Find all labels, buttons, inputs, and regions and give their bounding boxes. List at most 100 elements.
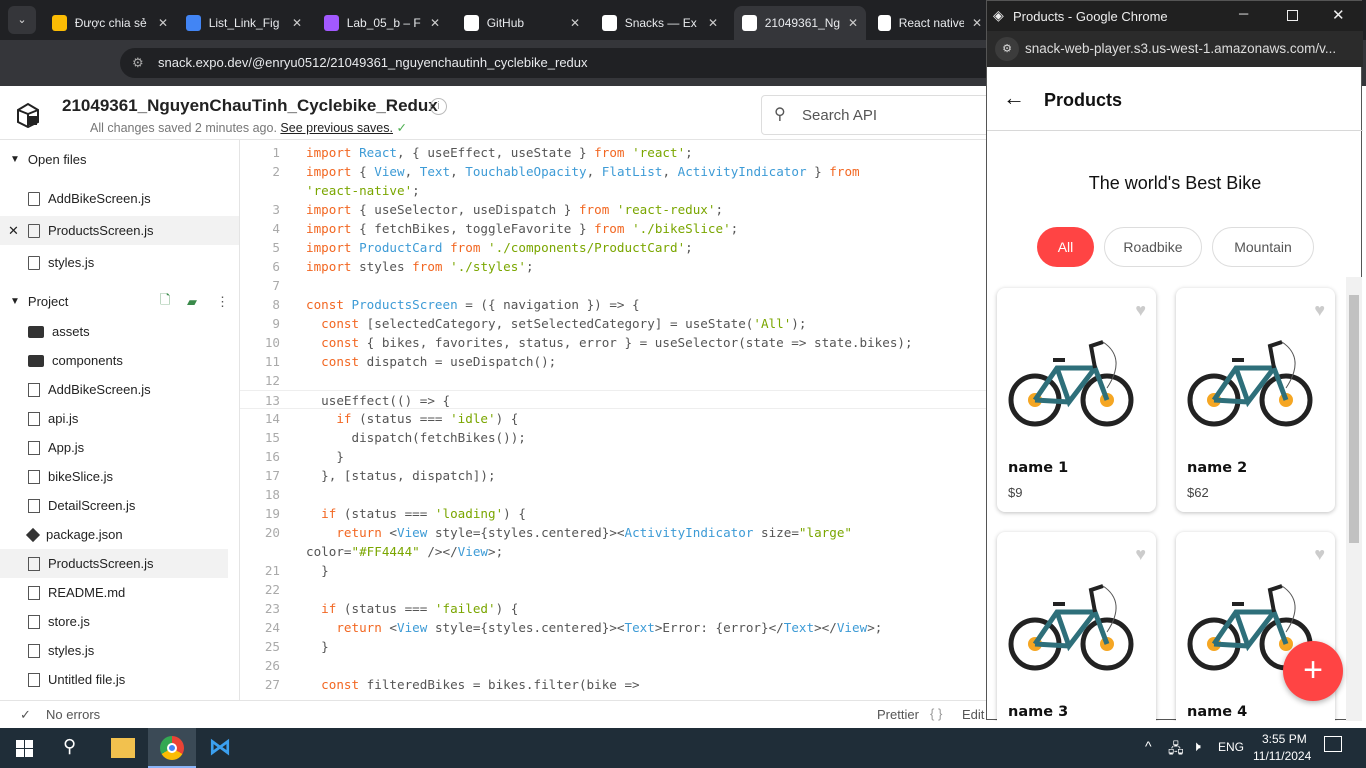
- clock-time[interactable]: 3:55 PM: [1262, 732, 1307, 746]
- code-line[interactable]: 12: [240, 371, 986, 390]
- code-line[interactable]: 10 const { bikes, favorites, status, err…: [240, 333, 986, 352]
- tab-close-icon[interactable]: ✕: [292, 16, 302, 30]
- errors-status[interactable]: No errors: [46, 707, 100, 722]
- code-line[interactable]: 17 }, [status, dispatch]);: [240, 466, 986, 485]
- code-line[interactable]: 25 }: [240, 637, 986, 656]
- code-line[interactable]: 16 }: [240, 447, 986, 466]
- info-icon[interactable]: i: [430, 98, 447, 115]
- prettier-button[interactable]: Prettier: [877, 707, 919, 722]
- code-line[interactable]: 19 if (status === 'loading') {: [240, 504, 986, 523]
- browser-tab[interactable]: GitHub ✕: [456, 6, 588, 40]
- project-section[interactable]: ▼ Project 🗋 ▰ ⋮: [0, 287, 239, 316]
- code-line[interactable]: 21 }: [240, 561, 986, 580]
- code-line[interactable]: 11 const dispatch = useDispatch();: [240, 352, 986, 371]
- code-line[interactable]: 18: [240, 485, 986, 504]
- browser-tab[interactable]: Được chia sẻ ✕: [44, 6, 176, 40]
- search-api-input[interactable]: ⚲ Search API: [761, 95, 991, 135]
- site-info-icon[interactable]: ⚙: [995, 37, 1019, 61]
- code-editor[interactable]: 1 import React, { useEffect, useState } f…: [240, 140, 986, 700]
- code-line[interactable]: 4 import { fetchBikes, toggleFavorite } f…: [240, 219, 986, 238]
- project-file-item[interactable]: components: [0, 346, 228, 375]
- url-input[interactable]: ⚙ snack.expo.dev/@enryu0512/21049361_nguy…: [120, 48, 1020, 78]
- code-line[interactable]: 3 import { useSelector, useDispatch } fro…: [240, 200, 986, 219]
- project-file-item[interactable]: AddBikeScreen.js: [0, 375, 228, 404]
- code-line[interactable]: 8 const ProductsScreen = ({ navigation })…: [240, 295, 986, 314]
- project-file-item[interactable]: styles.js: [0, 636, 228, 665]
- close-button[interactable]: ✕: [1332, 6, 1345, 24]
- open-file-item[interactable]: ✕ ProductsScreen.js: [0, 216, 239, 245]
- new-folder-icon[interactable]: ▰: [187, 294, 197, 310]
- code-line[interactable]: 27 const filteredBikes = bikes.filter(bi…: [240, 675, 986, 694]
- tab-close-icon[interactable]: ✕: [708, 16, 718, 30]
- product-card[interactable]: ♥ name 3: [997, 532, 1156, 721]
- project-file-item[interactable]: ProductsScreen.js: [0, 549, 228, 578]
- browser-tab[interactable]: Snacks — Ex ✕: [594, 6, 726, 40]
- code-line[interactable]: 5 import ProductCard from './components/P…: [240, 238, 986, 257]
- code-line[interactable]: 23 if (status === 'failed') {: [240, 599, 986, 618]
- open-file-item[interactable]: styles.js: [0, 248, 239, 277]
- category-chip[interactable]: Roadbike: [1104, 227, 1202, 267]
- back-arrow-icon[interactable]: ←: [1003, 85, 1025, 111]
- show-hidden-icons[interactable]: ^: [1145, 738, 1152, 754]
- language-indicator[interactable]: ENG: [1218, 740, 1244, 754]
- heart-icon[interactable]: ♥: [1314, 544, 1325, 565]
- tab-close-icon[interactable]: ✕: [430, 16, 440, 30]
- code-line[interactable]: 7: [240, 276, 986, 295]
- browser-tab[interactable]: React native ✕: [870, 6, 990, 40]
- project-file-item[interactable]: DetailScreen.js: [0, 491, 228, 520]
- code-line[interactable]: 15 dispatch(fetchBikes());: [240, 428, 986, 447]
- heart-icon[interactable]: ♥: [1135, 544, 1146, 565]
- tab-search-button[interactable]: ⌄: [8, 6, 36, 34]
- windows-start-icon[interactable]: [16, 740, 33, 757]
- editor-settings-button[interactable]: Edit: [962, 707, 984, 722]
- project-file-item[interactable]: package.json: [0, 520, 228, 549]
- browser-tab[interactable]: Lab_05_b – F ✕: [316, 6, 448, 40]
- preview-url[interactable]: snack-web-player.s3.us-west-1.amazonaws.…: [1025, 41, 1336, 56]
- project-file-item[interactable]: README.md: [0, 578, 228, 607]
- scrollbar[interactable]: [1346, 277, 1362, 721]
- project-title[interactable]: 21049361_NguyenChauTinh_Cyclebike_Redux: [62, 96, 438, 116]
- network-icon[interactable]: 🖧: [1168, 738, 1184, 762]
- code-line[interactable]: 26: [240, 656, 986, 675]
- code-line[interactable]: 20 return <View style={styles.centered}>…: [240, 523, 986, 542]
- clock-date[interactable]: 11/11/2024: [1253, 749, 1311, 763]
- browser-tab[interactable]: List_Link_Fig ✕: [178, 6, 310, 40]
- project-file-item[interactable]: assets: [0, 317, 228, 346]
- heart-icon[interactable]: ♥: [1314, 300, 1325, 321]
- browser-tab[interactable]: 21049361_Ng ✕: [734, 6, 866, 40]
- search-icon[interactable]: ⚲: [63, 736, 76, 757]
- product-card[interactable]: ♥ name 1 $9: [997, 288, 1156, 512]
- category-chip[interactable]: Mountain: [1212, 227, 1314, 267]
- tab-close-icon[interactable]: ✕: [848, 16, 858, 30]
- open-files-section[interactable]: ▼ Open files: [0, 145, 239, 174]
- minimize-button[interactable]: ─: [1239, 6, 1248, 21]
- site-info-icon[interactable]: ⚙: [132, 48, 144, 78]
- add-bike-fab[interactable]: +: [1283, 641, 1343, 701]
- maximize-button[interactable]: [1287, 10, 1298, 21]
- file-explorer-icon[interactable]: [111, 738, 135, 758]
- code-line[interactable]: 2 import { View, Text, TouchableOpacity, …: [240, 162, 986, 181]
- project-file-item[interactable]: bikeSlice.js: [0, 462, 228, 491]
- tab-close-icon[interactable]: ✕: [570, 16, 580, 30]
- code-line[interactable]: 6 import styles from './styles';: [240, 257, 986, 276]
- tab-close-icon[interactable]: ✕: [972, 16, 982, 30]
- code-line[interactable]: 'react-native';: [240, 181, 986, 200]
- code-line[interactable]: 13 useEffect(() => {: [240, 390, 986, 409]
- vscode-icon[interactable]: ⋈: [209, 734, 231, 760]
- code-line[interactable]: 1 import React, { useEffect, useState } f…: [240, 143, 986, 162]
- previous-saves-link[interactable]: See previous saves.: [280, 121, 393, 135]
- project-file-item[interactable]: App.js: [0, 433, 228, 462]
- project-file-item[interactable]: store.js: [0, 607, 228, 636]
- chrome-taskbar-button[interactable]: [148, 728, 196, 768]
- new-file-icon[interactable]: 🗋: [160, 291, 170, 313]
- volume-muted-icon[interactable]: 🕨: [1192, 738, 1201, 755]
- project-file-item[interactable]: Untitled file.js: [0, 665, 228, 694]
- braces-icon[interactable]: { }: [930, 706, 942, 721]
- heart-icon[interactable]: ♥: [1135, 300, 1146, 321]
- open-file-item[interactable]: AddBikeScreen.js: [0, 184, 239, 213]
- code-line[interactable]: 24 return <View style={styles.centered}>…: [240, 618, 986, 637]
- category-chip[interactable]: All: [1037, 227, 1094, 267]
- tab-close-icon[interactable]: ✕: [158, 16, 168, 30]
- code-line[interactable]: 14 if (status === 'idle') {: [240, 409, 986, 428]
- project-file-item[interactable]: api.js: [0, 404, 228, 433]
